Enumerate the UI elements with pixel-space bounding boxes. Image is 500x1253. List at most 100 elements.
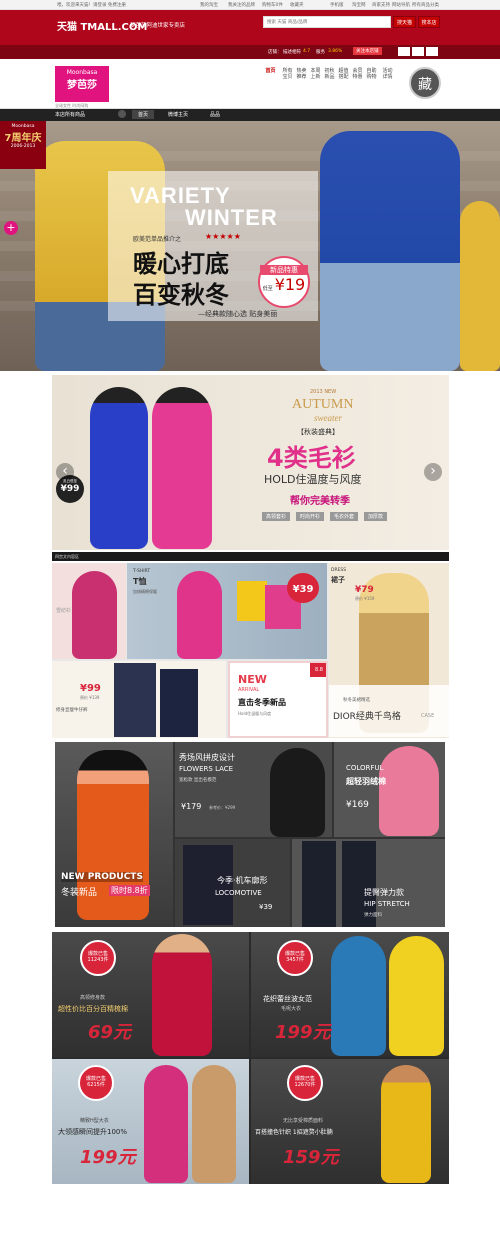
message-icon[interactable] [412,47,424,56]
toplink-categories[interactable]: 所有商品分类 [412,2,439,8]
brandnav-self[interactable]: 自助购物 [366,68,377,80]
best-h-title: 大领感瞬间提升100% [58,1128,128,1136]
toplink-merchant[interactable]: 商家支持 [372,2,390,8]
hero-badge-low: 低至 [262,286,273,292]
feat-colorful-en: COLORFUL [346,764,384,772]
model-tshirt [177,571,222,659]
best-h-badge: 爆款已售 6215件 [78,1065,114,1101]
logo-en: Moonbasa [66,69,98,76]
brandnav-autumn[interactable]: 初秋新品 [324,68,335,80]
best-h-coat[interactable]: 爆款已售 6215件 精致H型大衣 大领感瞬间提升100% 199元 [52,1059,249,1184]
best-lace-coat[interactable]: 爆款已售 3457件 花织蕾丝波女范 毛呢大衣 199元 [251,932,449,1057]
best-knit[interactable]: 爆款已售 12670件 无比享受棉质面料 百搭撞色针织 1招遮赘小肚腩 159元 [251,1059,449,1184]
cat-jeans[interactable]: ¥99 原价 ¥139 修身显瘦牛仔裤 [52,661,226,738]
model-blue-dress [90,387,148,549]
feat-lace-en: FLOWERS LACE [179,765,234,773]
hero-title-cn1: 暖心打底 [133,250,229,278]
rating-label: 店铺： [268,50,282,55]
toplink-mobile[interactable]: 手机版 [330,2,344,8]
share-icon[interactable] [398,47,410,56]
best-cotton[interactable]: 爆款已售 11243件 高领修身款 超性价比百分百精梳棉 69元 [52,932,249,1057]
search-store-button[interactable]: 搜本店 [418,16,440,28]
best-cotton-price: 69元 [88,1022,132,1043]
login-greeting[interactable]: 喂，欢迎来天猫！请登录 免费注册 [57,2,126,8]
best-h-count: 6215件 [87,1082,105,1088]
brandnav-combo[interactable]: 超值搭配 [338,68,349,80]
model-yellow-knit [381,1065,431,1183]
collect-store-button[interactable]: 藏 [409,67,441,99]
nav-home[interactable]: 首页 [132,110,155,119]
search-input[interactable] [264,17,384,27]
feat-loco-cn: 今季·机车廓形 [217,876,268,885]
carousel-next-button[interactable]: › [424,463,442,481]
b2-hold: HOLD住温度与风度 [264,473,362,486]
b2-price: ¥99 [60,484,80,494]
brandnav-events[interactable]: 活动详情 [382,68,393,80]
moonbasa-logo[interactable]: Moonbasa 梦芭莎 [55,66,109,102]
cat-new-cn: 直击冬季新品 [238,698,286,707]
best-knit-count: 12670件 [294,1082,316,1088]
best-lace-badge: 爆款已售 3457件 [277,940,313,976]
anniversary-badge: Moonbasa 7周年庆 2006-2013 [0,121,46,169]
cat-dress-price: ¥79 [355,585,374,595]
featured-grid: NEW PRODUCTS 冬装新品 限时8.8折 秀场风拼皮设计 FLOWERS… [55,742,445,927]
toplink-favorites[interactable]: 收藏夹 [290,2,304,8]
toplink-cart[interactable]: 购物车0件 [262,2,283,8]
feat-new-products[interactable]: NEW PRODUCTS 冬装新品 限时8.8折 [55,742,173,927]
feat-loco-price: ¥39 [259,903,273,911]
section-label: 四宫文内容区 [52,552,449,561]
follow-store-button[interactable]: 关注本店铺 [353,47,382,55]
cat-new-arrival[interactable]: NEW ARRIVAL 直击冬季新品 Hold住温暖与风度 8.8 [228,661,328,738]
carousel-prev-button[interactable]: ‹ [56,463,74,481]
toplink-brands[interactable]: 我关注的品牌 [228,2,255,8]
main-nav: 本店所有商品 首页 微博主页 品品 [0,109,500,121]
hero-tagline: —经典款随心选 贴身美丽 [198,310,278,318]
hero-badge-price: ¥19 [274,275,306,294]
best-h-price: 199元 [80,1147,136,1168]
cat-tshirt-en: T-SHIRT [133,569,151,574]
b2-tag-4[interactable]: 加厚款 [364,512,388,521]
model-lace-jacket [270,748,325,837]
brandnav-member[interactable]: 会员特惠 [352,68,363,80]
feat-lace-sub: 宽松款 显出名模范 [179,778,217,783]
cart-icon[interactable] [426,47,438,56]
b2-tag-2[interactable]: 时尚开衫 [296,512,325,521]
store-name[interactable]: 梦芭莎阿迪世家专卖店 [130,21,185,29]
nav-all-products[interactable]: 本店所有商品 [55,111,85,118]
feat-flowers-lace[interactable]: 秀场风拼皮设计 FLOWERS LACE 宽松款 显出名模范 ¥179 参考价：… [175,742,332,837]
b2-tag-3[interactable]: 毛衣外套 [330,512,359,521]
service-label: 服务 [316,50,325,55]
cat-chiffon[interactable]: 雪纺衫 [52,563,126,659]
b2-autumn: AUTUMN [292,397,354,412]
best-h-sub: 精致H型大衣 [80,1118,109,1124]
brandnav-hot[interactable]: 热卖推荐 [296,68,307,80]
brandnav-home[interactable]: 首页 [265,68,276,74]
sweater-banner[interactable]: 2013 NEW AUTUMN sweater 【秋装盛典】 4类毛衫 HOLD… [52,375,449,550]
toplink-sitenav[interactable]: 网站导航 [392,2,410,8]
cat-tshirt-desc: 加绒精棉保暖 [133,589,157,594]
hero-stars: ★★★★★ [205,232,241,241]
cat-tshirt[interactable]: T-SHIRT T恤 加绒精棉保暖 ¥39 [127,563,327,659]
cat-dress-sub: 秋冬美裙精选 [343,698,370,703]
cat-dress[interactable]: DRESS 裙子 ¥79 原价 ¥159 秋冬美裙精选 DIOR经典千鸟格 CA… [329,563,449,738]
feat-hip-stretch[interactable]: 提臀弹力款 HIP STRETCH 弹力面料 [292,839,445,927]
nav-weibo[interactable]: 微博主页 [168,111,188,118]
cat-new-sub: Hold住温暖与风度 [238,711,272,716]
model-pink-down [379,746,439,836]
brandnav-all[interactable]: 所有宝贝 [282,68,293,80]
b2-tag-1[interactable]: 高领套衫 [262,512,291,521]
b2-sweater: sweater [314,413,342,423]
toplink-taobao[interactable]: 淘宝网 [352,2,366,8]
feat-colorful[interactable]: COLORFUL 超轻羽绒棉 ¥169 [334,742,445,837]
plus-icon[interactable]: + [4,221,18,235]
bestseller-grid: 爆款已售 11243件 高领修身款 超性价比百分百精梳棉 69元 爆款已售 34… [52,932,449,1184]
b2-year: 2013 NEW [310,389,337,395]
nav-pinpin[interactable]: 品品 [210,111,220,118]
hero-banner[interactable]: VARIETY WINTER 欧美范单品推介之 ★★★★★ 暖心打底 百变秋冬 … [0,121,500,371]
toplink-my-taobao[interactable]: 我的淘宝 [200,2,218,8]
brandnav-weekly[interactable]: 本周上新 [310,68,321,80]
nav-dropdown-icon[interactable] [118,110,126,118]
search-tmall-button[interactable]: 搜天猫 [393,16,416,28]
feat-locomotive[interactable]: 今季·机车廓形 LOCOMOTIVE ¥39 [175,839,290,927]
cat-jeans-orig: 原价 ¥139 [80,695,100,700]
